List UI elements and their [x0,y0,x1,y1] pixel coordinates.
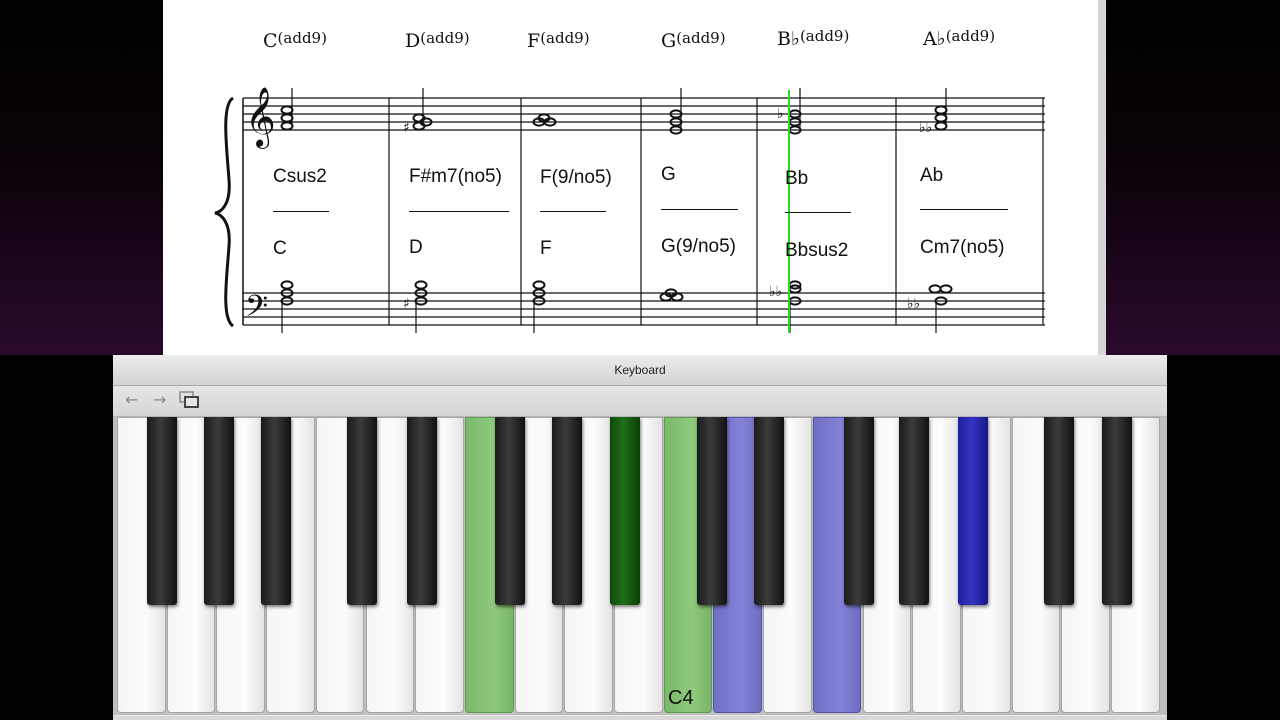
flat-signs: ♭♭ [919,120,932,136]
fraction-line-6 [920,209,1008,210]
fraction-line-2 [409,211,509,212]
chord-symbol-3: F(add9) [527,29,590,52]
svg-text:♭♭: ♭♭ [907,296,920,312]
black-key[interactable] [147,417,177,605]
lower-analysis-3: F [540,238,552,259]
upper-analysis-2: F#m7(no5) [409,166,502,187]
svg-text:♭♭: ♭♭ [769,284,782,300]
upper-analysis-3: F(9/no5) [540,167,612,188]
black-key[interactable] [495,417,525,605]
black-key[interactable] [754,417,784,605]
treble-chord-2 [412,88,433,131]
black-key[interactable] [697,417,727,605]
fraction-line-5 [785,212,851,213]
fraction-line-1 [273,211,329,212]
arrow-left-icon[interactable]: ← [125,392,138,408]
black-key[interactable] [1044,417,1074,605]
window-stack-icon[interactable] [179,391,201,412]
lower-analysis-2: D [409,237,423,258]
middle-c-label: C4 [668,687,694,709]
chord-symbol-5: B♭(add9) [777,27,850,50]
svg-text:♯: ♯ [403,296,410,312]
bass-chord-4 [659,288,684,302]
fraction-line-4 [661,209,738,210]
score-page-edge [1098,0,1106,355]
background-left [0,0,163,355]
upper-analysis-5: Bb [785,168,809,189]
window-titlebar[interactable]: Keyboard [113,355,1167,386]
keyboard-window: Keyboard ← → C4 [113,355,1167,720]
black-key[interactable] [347,417,377,605]
lower-analysis-4: G(9/no5) [661,236,736,257]
background-right [1106,0,1280,355]
window-bottom-edge [113,716,1167,720]
treble-clef: 𝄞 [245,87,276,149]
black-key[interactable] [407,417,437,605]
upper-analysis-4: G [661,164,676,185]
chord-symbol-1: C(add9) [263,29,327,52]
black-key[interactable] [552,417,582,605]
treble-chord-6 [934,88,948,131]
black-key[interactable] [261,417,291,605]
treble-chord-4 [669,88,683,135]
piano-keyboard[interactable]: C4 [113,417,1167,715]
chord-symbol-2: D(add9) [405,29,470,52]
black-key[interactable] [844,417,874,605]
black-key[interactable] [204,417,234,605]
black-key[interactable] [958,417,988,605]
flat-sign: ♭ [777,106,784,122]
score-page: 𝄞 𝄢 ♯ ♭ ♭♭ ♯ ♭♭ ♭♭ C(add9) D(add9) F(add… [163,0,1106,355]
staff-brace [214,96,235,328]
bass-clef: 𝄢 [245,290,268,331]
treble-chord-3 [532,113,557,127]
treble-chord-5 [788,88,802,135]
black-key[interactable] [1102,417,1132,605]
chord-symbol-6: A♭(add9) [923,27,996,50]
black-key[interactable] [899,417,929,605]
sharp-sign: ♯ [403,120,410,136]
black-key[interactable] [610,417,640,605]
chord-symbol-4: G(add9) [661,29,726,52]
upper-analysis-6: Ab [920,165,944,186]
window-title: Keyboard [614,363,666,377]
lower-analysis-6: Cm7(no5) [920,237,1005,258]
lower-analysis-5: Bbsus2 [785,240,849,261]
upper-analysis-1: Csus2 [273,166,327,187]
arrow-right-icon[interactable]: → [153,392,166,408]
treble-chord-1 [280,88,294,131]
fraction-line-3 [540,211,606,212]
keyboard-toolbar: ← → [113,386,1167,417]
lower-analysis-1: C [273,238,287,259]
